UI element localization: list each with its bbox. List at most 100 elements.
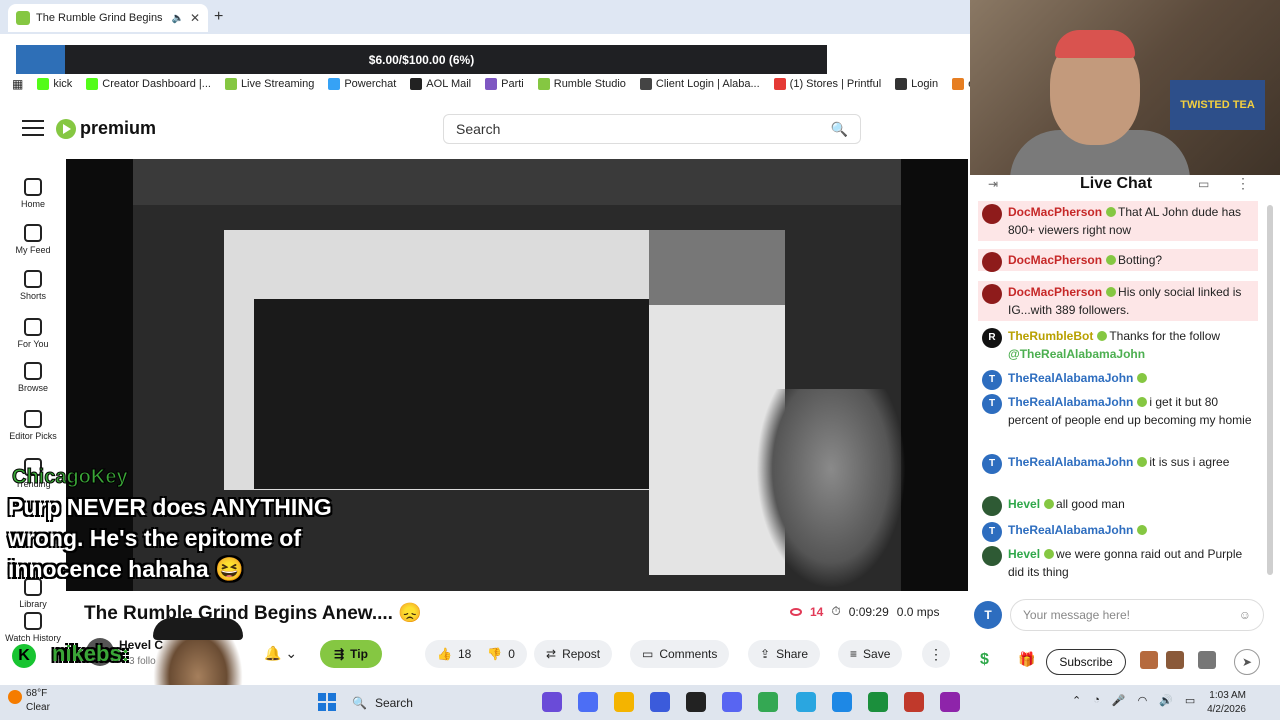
bookmark-item[interactable]: Client Login | Alaba...: [639, 78, 760, 90]
chat-message-input[interactable]: Your message here! ☺: [1010, 599, 1264, 631]
speaker-icon[interactable]: 🔈: [171, 13, 183, 24]
chat-avatar[interactable]: [982, 546, 1002, 566]
gift-icon[interactable]: 🎁: [1018, 651, 1035, 668]
rant-dollar-icon[interactable]: $: [980, 651, 989, 669]
microphone-icon[interactable]: 🎤: [1112, 694, 1126, 707]
chat-username[interactable]: TheRumbleBot: [1008, 329, 1093, 343]
bookmark-item[interactable]: Powerchat: [328, 78, 396, 90]
bookmark-item[interactable]: Parti: [485, 78, 524, 90]
chat-username[interactable]: Hevel: [1008, 497, 1040, 511]
chat-avatar[interactable]: T: [982, 394, 1002, 414]
collapse-chat-icon[interactable]: ⇥: [988, 177, 998, 191]
file-explorer-icon[interactable]: [614, 692, 634, 712]
task-view-icon[interactable]: [578, 692, 598, 712]
nav-item-watch-history[interactable]: Watch History: [0, 612, 66, 643]
chat-avatar[interactable]: R: [982, 328, 1002, 348]
chat-avatar[interactable]: T: [982, 454, 1002, 474]
bookmark-label: Powerchat: [344, 78, 397, 90]
repost-button[interactable]: ⇄ Repost: [534, 640, 613, 668]
chat-scrollbar[interactable]: [1267, 205, 1273, 575]
close-tab-icon[interactable]: ✕: [190, 11, 200, 25]
nav-item-home[interactable]: Home: [0, 178, 66, 209]
comments-button[interactable]: ▭ Comments: [630, 640, 730, 668]
chat-username[interactable]: TheRealAlabamaJohn: [1008, 371, 1133, 385]
show-hidden-icons-icon[interactable]: ⌃: [1072, 694, 1081, 707]
chat-avatar[interactable]: [982, 204, 1002, 224]
chat-avatar[interactable]: [982, 252, 1002, 272]
app-icon[interactable]: [940, 692, 960, 712]
app-icon[interactable]: [650, 692, 670, 712]
notification-bell-icon[interactable]: 🔔 ⌄: [264, 645, 297, 662]
app-icon[interactable]: [904, 692, 924, 712]
emote-icon[interactable]: [1166, 651, 1184, 669]
discord-icon[interactable]: [722, 692, 742, 712]
thumbs-up-icon[interactable]: 👍: [437, 647, 452, 661]
chat-username[interactable]: DocMacPherson: [1008, 285, 1102, 299]
tip-button[interactable]: ⇶ Tip: [320, 640, 382, 668]
save-button[interactable]: ≡ Save: [838, 640, 903, 668]
excel-icon[interactable]: [868, 692, 888, 712]
chat-options-icon[interactable]: ⋮: [1236, 175, 1250, 192]
bookmark-item[interactable]: Rumble Studio: [537, 78, 626, 90]
bookmark-item[interactable]: Live Streaming: [224, 78, 314, 90]
chat-username[interactable]: Hevel: [1008, 547, 1040, 561]
clock-date: 4/2/2026: [1207, 704, 1246, 715]
taskbar-search[interactable]: 🔍 Search: [352, 692, 502, 714]
menu-hamburger-icon[interactable]: [22, 120, 44, 138]
emoji-icon[interactable]: ☺: [1239, 608, 1251, 622]
send-icon[interactable]: ➤: [1234, 649, 1260, 675]
site-header: premium Search 🔍: [0, 100, 968, 158]
subscribe-button[interactable]: Subscribe: [1046, 649, 1126, 675]
bookmark-item[interactable]: AOL Mail: [410, 78, 471, 90]
volume-icon[interactable]: 🔊: [1159, 694, 1173, 707]
chat-username[interactable]: TheRealAlabamaJohn: [1008, 395, 1133, 409]
bookmark-item[interactable]: kick: [37, 78, 72, 90]
weather-widget[interactable]: 68°F Clear: [8, 687, 50, 715]
share-label: Share: [776, 647, 809, 661]
rumble-premium-logo[interactable]: premium: [56, 118, 156, 139]
nav-item-for-you[interactable]: For You: [0, 318, 66, 349]
chat-username[interactable]: DocMacPherson: [1008, 253, 1102, 267]
goal-progress-label: $6.00/$100.00 (6%): [368, 53, 475, 67]
nav-item-shorts[interactable]: Shorts: [0, 270, 66, 301]
app-icon[interactable]: [686, 692, 706, 712]
nav-item-editor-picks[interactable]: Editor Picks: [0, 410, 66, 441]
bookmark-item[interactable]: Creator Dashboard |...: [86, 78, 211, 90]
new-tab-button[interactable]: +: [214, 8, 223, 26]
browser-tab[interactable]: The Rumble Grind Begins A 🔈 ✕: [8, 4, 208, 32]
bookmark-item[interactable]: ezgif.co: [952, 78, 970, 90]
logo-text: premium: [80, 118, 157, 138]
windows-start-icon[interactable]: [318, 693, 336, 711]
bookmark-item[interactable]: Login: [895, 78, 938, 90]
chat-avatar[interactable]: [982, 284, 1002, 304]
emote-icon[interactable]: [1140, 651, 1158, 669]
wifi-icon[interactable]: ◠: [1138, 694, 1148, 707]
battery-icon[interactable]: ▭: [1185, 694, 1195, 707]
edge-icon[interactable]: [832, 692, 852, 712]
chat-username[interactable]: TheRealAlabamaJohn: [1008, 523, 1133, 537]
more-options-icon[interactable]: ⋮: [922, 640, 950, 668]
thumbs-down-icon[interactable]: 👎: [487, 647, 502, 661]
chrome-icon[interactable]: [758, 692, 778, 712]
share-button[interactable]: ⇪ Share: [748, 640, 821, 668]
apps-grid-icon[interactable]: ▦: [12, 77, 23, 91]
search-icon[interactable]: 🔍: [831, 121, 848, 138]
chat-username[interactable]: TheRealAlabamaJohn: [1008, 455, 1133, 469]
taskbar-clock[interactable]: 1:03 AM 4/2/2026: [1196, 689, 1246, 717]
popout-chat-icon[interactable]: ▭: [1198, 177, 1209, 191]
chat-mention[interactable]: @TheRealAlabamaJohn: [1008, 345, 1254, 363]
app-icon[interactable]: [796, 692, 816, 712]
chat-avatar[interactable]: [982, 496, 1002, 516]
bookmark-favicon-icon: [224, 78, 237, 90]
site-search-input[interactable]: Search 🔍: [443, 114, 861, 144]
nav-item-my-feed[interactable]: My Feed: [0, 224, 66, 255]
copilot-icon[interactable]: [542, 692, 562, 712]
like-dislike-group: 👍 18 👎 0: [425, 640, 527, 668]
bookmark-item[interactable]: (1) Stores | Printful: [773, 78, 881, 90]
chat-username[interactable]: DocMacPherson: [1008, 205, 1102, 219]
chat-avatar[interactable]: T: [982, 522, 1002, 542]
emote-icon[interactable]: [1198, 651, 1216, 669]
network-icon[interactable]: ◔: [1093, 694, 1100, 707]
chat-avatar[interactable]: T: [982, 370, 1002, 390]
nav-item-browse[interactable]: Browse: [0, 362, 66, 393]
